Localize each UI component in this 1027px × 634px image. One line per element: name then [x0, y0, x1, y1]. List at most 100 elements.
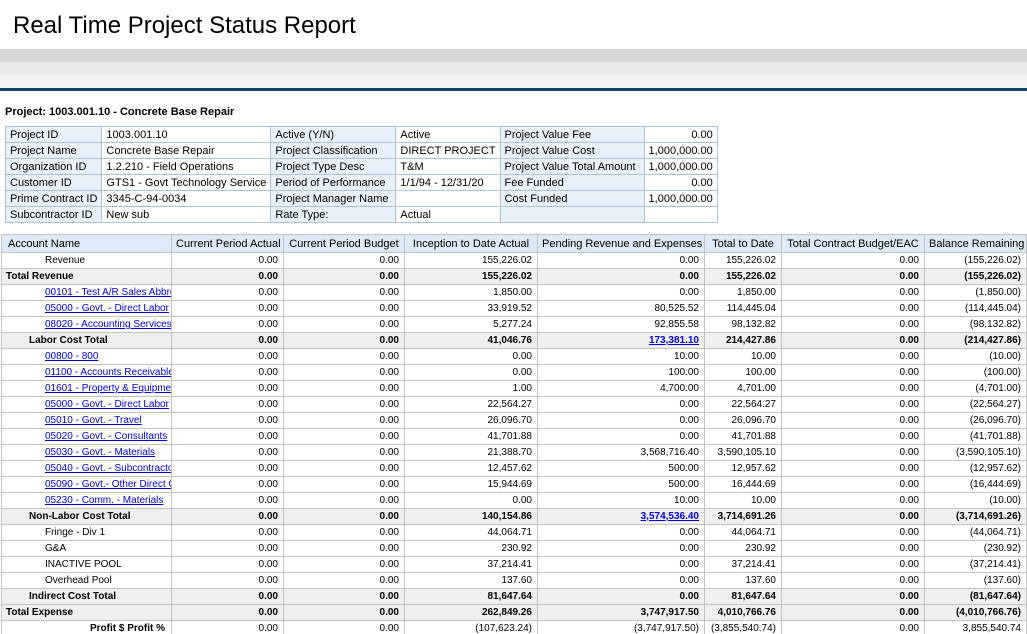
value-cell: 0.00 — [538, 525, 705, 541]
table-row: 05230 - Comm. - Materials0.000.000.0010.… — [2, 493, 1027, 509]
pending-amount-link[interactable]: 173,381.10 — [649, 335, 699, 346]
value-cell: 140,154.86 — [405, 509, 538, 525]
page-title: Real Time Project Status Report — [0, 0, 1027, 49]
value-cell: 26,096.70 — [705, 413, 782, 429]
info-value — [644, 207, 717, 223]
info-value — [396, 191, 500, 207]
value-cell: (37,214.41) — [925, 557, 1027, 573]
value-cell: 0.00 — [284, 445, 405, 461]
account-link[interactable]: 05020 - Govt. - Consultants — [45, 431, 167, 442]
table-row: 00101 - Test A/R Sales Abbrev10.000.001,… — [2, 285, 1027, 301]
account-link[interactable]: 05090 - Govt.- Other Direct Costs — [45, 479, 172, 490]
value-cell: 0.00 — [172, 493, 284, 509]
account-name-cell: 05010 - Govt. - Travel — [2, 413, 172, 429]
account-name-cell: 01100 - Accounts Receivable — [2, 365, 172, 381]
value-cell: 155,226.02 — [405, 269, 538, 285]
column-header: Pending Revenue and Expenses — [538, 235, 705, 253]
value-cell: 0.00 — [538, 557, 705, 573]
info-value: 0.00 — [644, 175, 717, 191]
value-cell: 155,226.02 — [705, 269, 782, 285]
account-name-cell: 08020 - Accounting Services — [2, 317, 172, 333]
value-cell: 0.00 — [284, 461, 405, 477]
account-name-cell: Non-Labor Cost Total — [2, 509, 172, 525]
value-cell: 0.00 — [284, 429, 405, 445]
value-cell: 0.00 — [538, 397, 705, 413]
value-cell: 0.00 — [782, 301, 925, 317]
value-cell: 0.00 — [782, 541, 925, 557]
table-row: 05020 - Govt. - Consultants 0.000.00 41,70… — [2, 429, 1027, 445]
value-cell: 173,381.10 — [538, 333, 705, 349]
value-cell: 0.00 — [284, 621, 405, 634]
info-label: Prime Contract ID — [6, 191, 102, 207]
table-row: 05030 - Govt. - Materials0.000.0021,388.… — [2, 445, 1027, 461]
table-row: 00800 - 8000.000.000.0010.0010.000.00(10… — [2, 349, 1027, 365]
account-name-cell: 05030 - Govt. - Materials — [2, 445, 172, 461]
value-cell: (22,564.27) — [925, 397, 1027, 413]
project-info-body: Project ID1003.001.10Active (Y/N)ActiveP… — [6, 127, 718, 223]
value-cell: (114,445.04) — [925, 301, 1027, 317]
account-link[interactable]: 05030 - Govt. - Materials — [45, 447, 155, 458]
value-cell: 22,564.27 — [405, 397, 538, 413]
table-row: 01100 - Accounts Receivable0.000.000.001… — [2, 365, 1027, 381]
account-link[interactable]: 00800 - 800 — [45, 351, 98, 362]
value-cell: 0.00 — [172, 413, 284, 429]
table-row: 05010 - Govt. - Travel0.000.0026,096.700… — [2, 413, 1027, 429]
column-header: Balance Remaining — [925, 235, 1027, 253]
account-link[interactable]: 05000 - Govt. - Direct Labor — [45, 303, 169, 314]
value-cell: 0.00 — [284, 381, 405, 397]
table-row: 08020 - Accounting Services0.000.005,277… — [2, 317, 1027, 333]
account-link[interactable]: 01601 - Property & Equipment II — [45, 383, 172, 394]
value-cell: 262,849.26 — [405, 605, 538, 621]
account-link[interactable]: 00101 - Test A/R Sales Abbrev1 — [45, 287, 172, 298]
table-row: 01601 - Property & Equipment II0.000.001… — [2, 381, 1027, 397]
table-row: Non-Labor Cost Total0.000.00140,154.863,… — [2, 509, 1027, 525]
value-cell: 0.00 — [782, 285, 925, 301]
value-cell: 0.00 — [782, 557, 925, 573]
account-name-cell: 05230 - Comm. - Materials — [2, 493, 172, 509]
info-label: Project Manager Name — [271, 191, 396, 207]
value-cell: 41,701.88 — [705, 429, 782, 445]
value-cell: 0.00 — [172, 621, 284, 634]
account-link[interactable]: 08020 - Accounting Services — [45, 319, 172, 330]
value-cell: 12,957.62 — [705, 461, 782, 477]
info-label: Customer ID — [6, 175, 102, 191]
value-cell: 214,427.86 — [705, 333, 782, 349]
project-header: Project: 1003.001.10 - Concrete Base Rep… — [0, 91, 1027, 123]
value-cell: 0.00 — [284, 557, 405, 573]
account-link[interactable]: 05000 - Govt. - Direct Labor — [45, 399, 169, 410]
account-link[interactable]: 01100 - Accounts Receivable — [45, 367, 172, 378]
info-label: Active (Y/N) — [271, 127, 396, 143]
account-name-cell: Fringe - Div 1 — [2, 525, 172, 541]
value-cell: 0.00 — [405, 493, 538, 509]
pending-amount-link[interactable]: 3,574,536.40 — [641, 511, 699, 522]
value-cell: 0.00 — [284, 301, 405, 317]
account-link[interactable]: 05010 - Govt. - Travel — [45, 415, 142, 426]
project-info-table: Project ID1003.001.10Active (Y/N)ActiveP… — [5, 126, 718, 223]
value-cell: 0.00 — [782, 253, 925, 269]
account-name-cell: 05000 - Govt. - Direct Labor — [2, 301, 172, 317]
value-cell: 41,046.76 — [405, 333, 538, 349]
value-cell: 0.00 — [782, 349, 925, 365]
value-cell: 0.00 — [538, 253, 705, 269]
account-link[interactable]: 05040 - Govt. - Subcontractors — [45, 463, 172, 474]
account-name-cell: 05020 - Govt. - Consultants — [2, 429, 172, 445]
table-row: 05000 - Govt. - Direct Labor0.000.0033,9… — [2, 301, 1027, 317]
value-cell: 0.00 — [172, 429, 284, 445]
value-cell: 0.00 — [284, 413, 405, 429]
value-cell: 1,850.00 — [705, 285, 782, 301]
value-cell: 0.00 — [172, 333, 284, 349]
account-table-body: Revenue0.000.00155,226.020.00155,226.020… — [2, 253, 1027, 634]
toolbar-strip-3 — [0, 75, 1027, 88]
info-value: Actual — [396, 207, 500, 223]
value-cell: 92,855.58 — [538, 317, 705, 333]
account-name-cell: G&A — [2, 541, 172, 557]
table-row: Total Revenue0.000.00155,226.020.00155,2… — [2, 269, 1027, 285]
value-cell: 16,444.69 — [705, 477, 782, 493]
column-header: Current Period Actual — [172, 235, 284, 253]
value-cell: (230.92) — [925, 541, 1027, 557]
value-cell: 0.00 — [405, 365, 538, 381]
value-cell: 22,564.27 — [705, 397, 782, 413]
table-row: Indirect Cost Total0.000.0081,647.640.00… — [2, 589, 1027, 605]
account-name-cell: Total Revenue — [2, 269, 172, 285]
account-link[interactable]: 05230 - Comm. - Materials — [45, 495, 163, 506]
